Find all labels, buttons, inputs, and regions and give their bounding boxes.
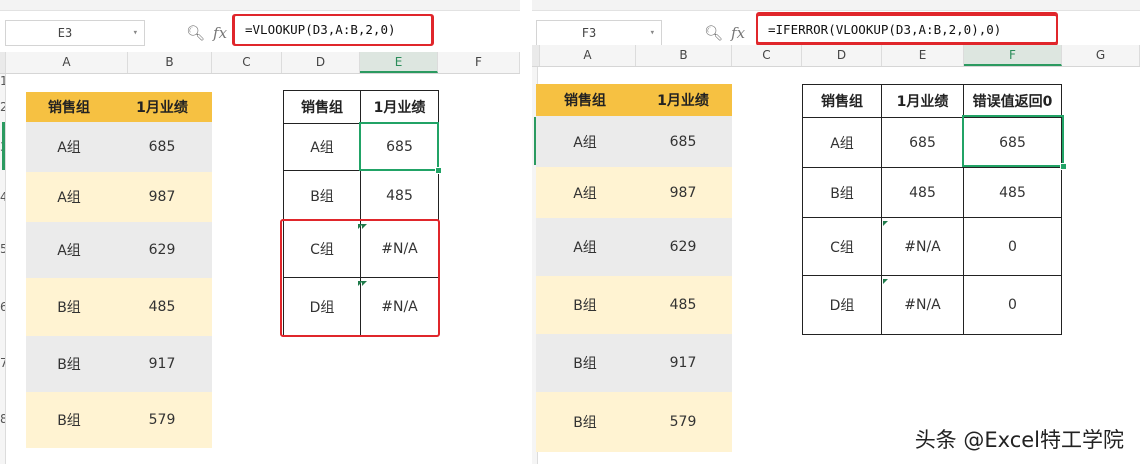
column-header-c[interactable]: C (212, 52, 282, 73)
column-header-e[interactable]: E (360, 52, 438, 73)
column-header-e[interactable]: E (882, 45, 964, 66)
column-header-a[interactable]: A (6, 52, 128, 73)
column-header-f[interactable]: F (964, 45, 1062, 66)
comment-indicator-icon (883, 279, 888, 284)
source-cell[interactable]: 917 (634, 334, 732, 392)
selected-cell-outline (359, 122, 439, 171)
row-number[interactable]: 7 (0, 356, 5, 370)
watermark-text: 头条 @Excel特工学院 (914, 428, 1124, 452)
row-selection-indicator (2, 122, 5, 170)
fx-icon[interactable]: fx (731, 24, 745, 42)
source-cell[interactable]: 917 (112, 336, 212, 392)
ribbon-edge (0, 0, 520, 11)
source-cell[interactable]: 685 (112, 122, 212, 172)
lookup-header-sales[interactable]: 1月业绩 (882, 85, 964, 118)
source-cell[interactable]: 485 (634, 276, 732, 334)
source-cell[interactable]: 987 (634, 167, 732, 218)
chevron-down-icon[interactable]: ▾ (133, 21, 138, 45)
fx-icon[interactable]: fx (213, 24, 227, 42)
source-cell[interactable]: 987 (112, 172, 212, 222)
row-number[interactable]: 1 (0, 74, 5, 88)
source-header-sales[interactable]: 1月业绩 (634, 84, 732, 116)
lookup-cell[interactable]: 685 (882, 118, 964, 168)
lookup-cell[interactable]: 485 (964, 168, 1062, 218)
source-cell[interactable]: A组 (536, 116, 634, 167)
name-box-value: F3 (581, 26, 597, 40)
source-cell[interactable]: A组 (26, 172, 112, 222)
left-spreadsheet-panel: E3 ▾ 🔍︎ fx =VLOOKUP(D3,A:B,2,0) A B C D E… (0, 0, 520, 464)
ribbon-edge (532, 0, 1140, 11)
lookup-header-group[interactable]: 销售组 (284, 91, 361, 124)
lookup-cell[interactable]: C组 (803, 218, 882, 276)
source-cell[interactable]: A组 (536, 167, 634, 218)
column-header-c[interactable]: C (732, 45, 802, 66)
row-number[interactable]: 6 (0, 300, 5, 314)
source-cell[interactable]: 485 (112, 278, 212, 336)
source-header-sales[interactable]: 1月业绩 (112, 92, 212, 122)
source-cell[interactable]: A组 (26, 222, 112, 278)
source-cell[interactable]: 685 (634, 116, 732, 167)
error-highlight-box (280, 219, 440, 337)
column-header-bar: A B C D E F (0, 52, 520, 74)
source-cell[interactable]: 579 (634, 392, 732, 452)
row-number[interactable]: 4 (0, 190, 5, 204)
lookup-cell-fallback[interactable]: 0 (964, 276, 1062, 335)
source-cell[interactable]: A组 (536, 218, 634, 276)
source-cell[interactable]: B组 (26, 278, 112, 336)
magnifier-icon[interactable]: 🔍︎ (704, 24, 723, 42)
lookup-cell[interactable]: D组 (803, 276, 882, 335)
source-cell[interactable]: 579 (112, 392, 212, 448)
column-header-d[interactable]: D (802, 45, 882, 66)
formula-bar-icons: 🔍︎ fx (186, 20, 227, 46)
comment-indicator-icon (883, 221, 888, 226)
column-header-a[interactable]: A (540, 45, 636, 66)
source-cell[interactable]: 629 (634, 218, 732, 276)
fill-handle[interactable] (1060, 163, 1067, 170)
column-header-b[interactable]: B (128, 52, 212, 73)
row-number[interactable]: 5 (0, 242, 5, 256)
formula-highlight-box (232, 14, 434, 46)
lookup-cell[interactable]: B组 (803, 168, 882, 218)
lookup-cell[interactable]: A组 (284, 124, 361, 171)
lookup-cell-error[interactable]: #N/A (882, 218, 964, 276)
lookup-cell[interactable]: B组 (284, 171, 361, 221)
name-box[interactable]: E3 ▾ (5, 20, 145, 46)
row-header-bar: 1 2 3 4 5 6 7 8 (0, 74, 6, 464)
magnifier-icon[interactable]: 🔍︎ (186, 24, 205, 42)
lookup-cell-error[interactable]: #N/A (882, 276, 964, 335)
name-box-value: E3 (57, 26, 73, 40)
column-header-b[interactable]: B (636, 45, 732, 66)
fill-handle[interactable] (435, 167, 442, 174)
source-cell[interactable]: B组 (26, 336, 112, 392)
selected-cell-outline (962, 115, 1064, 167)
select-all-corner[interactable] (532, 45, 540, 66)
source-cell[interactable]: A组 (26, 122, 112, 172)
lookup-cell[interactable]: 485 (882, 168, 964, 218)
right-spreadsheet-panel: F3 ▾ 🔍︎ fx =IFERROR(VLOOKUP(D3,A:B,2,0),0… (532, 0, 1140, 464)
formula-highlight-box (756, 12, 1058, 44)
lookup-header-fallback[interactable]: 错误值返回0 (964, 85, 1062, 118)
source-cell[interactable]: B组 (536, 334, 634, 392)
panel-divider (520, 0, 532, 464)
lookup-header-sales[interactable]: 1月业绩 (361, 91, 439, 124)
source-cell[interactable]: 629 (112, 222, 212, 278)
source-cell[interactable]: B组 (536, 392, 634, 452)
row-number[interactable]: 8 (0, 412, 5, 426)
column-header-g[interactable]: G (1062, 45, 1140, 66)
source-cell[interactable]: B组 (536, 276, 634, 334)
name-box[interactable]: F3 ▾ (536, 20, 662, 46)
lookup-cell-fallback[interactable]: 0 (964, 218, 1062, 276)
column-header-bar: A B C D E F G (532, 45, 1140, 67)
lookup-cell[interactable]: A组 (803, 118, 882, 168)
source-header-group[interactable]: 销售组 (536, 84, 634, 116)
column-header-f[interactable]: F (438, 52, 520, 73)
column-header-d[interactable]: D (282, 52, 360, 73)
formula-bar-icons: 🔍︎ fx (704, 20, 745, 46)
row-number[interactable]: 2 (0, 100, 5, 114)
lookup-header-group[interactable]: 销售组 (803, 85, 882, 118)
source-cell[interactable]: B组 (26, 392, 112, 448)
lookup-cell[interactable]: 485 (361, 171, 439, 221)
chevron-down-icon[interactable]: ▾ (650, 21, 655, 45)
source-header-group[interactable]: 销售组 (26, 92, 112, 122)
